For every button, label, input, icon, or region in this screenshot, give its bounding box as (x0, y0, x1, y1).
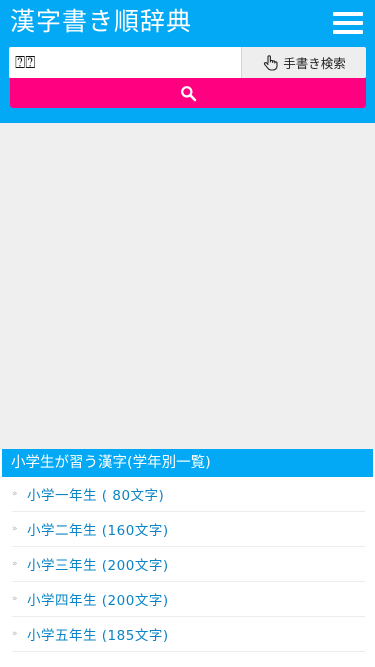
ad-placeholder (0, 123, 375, 449)
search-icon (180, 85, 196, 101)
chevron-right-icon: » (12, 559, 18, 569)
handwriting-search-button[interactable]: 手書き検索 (241, 47, 366, 78)
handwriting-search-label: 手書き検索 (283, 56, 346, 71)
chevron-right-icon: » (12, 489, 18, 499)
chevron-right-icon: » (12, 594, 18, 604)
chevron-right-icon: » (12, 524, 18, 534)
search-input[interactable] (9, 47, 241, 78)
grade-list-item-label: 小学一年生 ( 80文字) (27, 488, 165, 504)
grade-list-item-label: 小学四年生 (200文字) (27, 593, 169, 609)
grade-list-item[interactable]: » 小学四年生 (200文字) (12, 582, 365, 617)
grade-list-item-label: 小学三年生 (200文字) (27, 558, 169, 574)
pointing-hand-icon (264, 55, 278, 71)
app-header: 漢字書き順辞典 手書き検索 (0, 0, 375, 123)
grade-list-heading: 小学生が習う漢字(学年別一覧) (2, 449, 373, 477)
app-title: 漢字書き順辞典 (10, 7, 193, 36)
chevron-right-icon: » (12, 629, 18, 639)
grade-list-item-label: 小学五年生 (185文字) (27, 628, 169, 644)
hamburger-menu-icon[interactable] (333, 11, 363, 35)
grade-list-item[interactable]: » 小学二年生 (160文字) (12, 512, 365, 547)
grade-list-item-label: 小学二年生 (160文字) (27, 523, 169, 539)
grade-list-item[interactable]: » 小学三年生 (200文字) (12, 547, 365, 582)
grade-list-section: 小学生が習う漢字(学年別一覧) » 小学一年生 ( 80文字) » 小学二年生 … (2, 449, 373, 667)
grade-list-item[interactable]: » 小学一年生 ( 80文字) (12, 477, 365, 512)
search-button[interactable] (10, 78, 366, 108)
grade-list-item[interactable]: » 小学五年生 (185文字) (12, 617, 365, 652)
search-bar: 手書き検索 (9, 47, 366, 78)
